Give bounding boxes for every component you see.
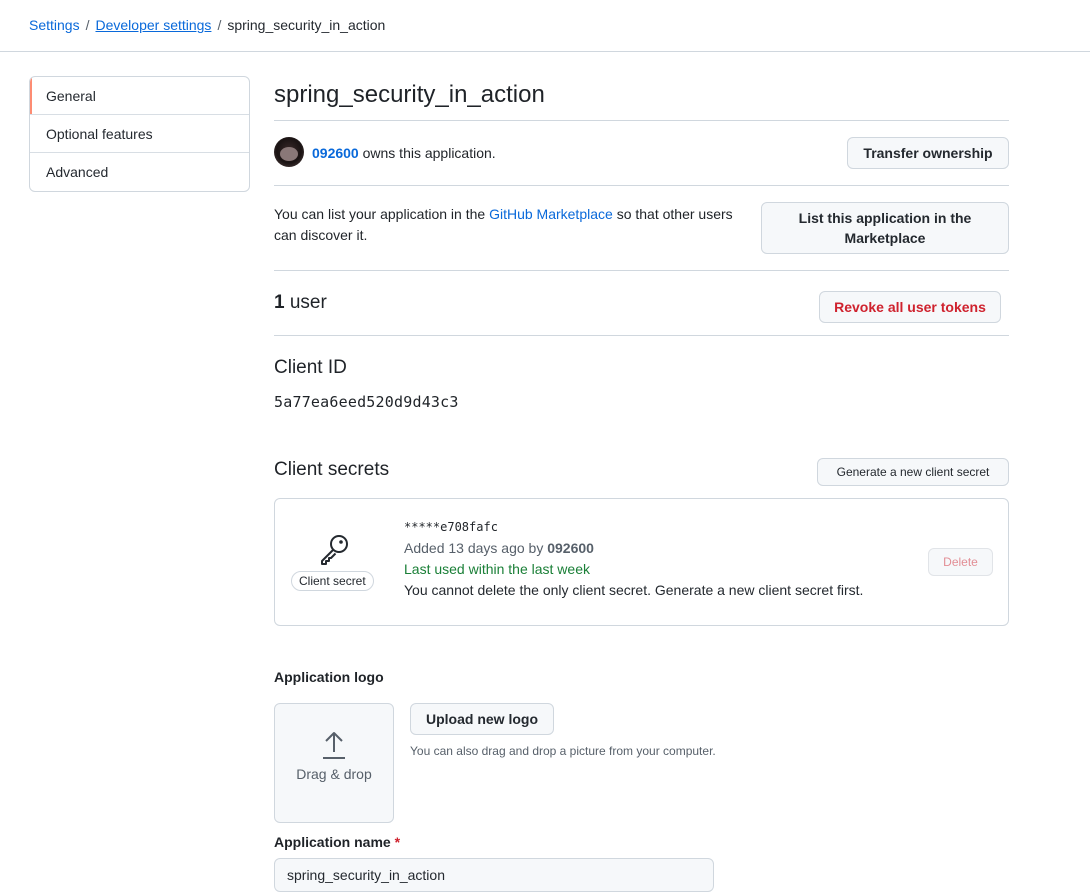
application-name-input[interactable] — [274, 858, 714, 892]
owner-divider — [274, 185, 1009, 186]
required-mark: * — [394, 834, 401, 850]
transfer-ownership-button[interactable]: Transfer ownership — [847, 137, 1009, 169]
sidebar-item-advanced[interactable]: Advanced — [30, 153, 249, 191]
key-icon — [321, 535, 348, 565]
avatar[interactable] — [274, 137, 304, 167]
generate-client-secret-button[interactable]: Generate a new client secret — [817, 458, 1009, 486]
marketplace-divider — [274, 270, 1009, 271]
header-divider — [0, 51, 1090, 52]
user-count-label: user — [289, 292, 327, 313]
users-divider — [274, 335, 1009, 336]
client-secret-masked: *****e708fafc — [404, 520, 498, 534]
sidebar-item-label: Advanced — [46, 164, 109, 180]
breadcrumb-current: spring_security_in_action — [227, 17, 386, 33]
breadcrumb: Settings / Developer settings / spring_secur… — [29, 16, 385, 34]
sidebar-item-general[interactable]: General — [30, 77, 249, 115]
owner-suffix: owns this application. — [362, 145, 496, 161]
client-secret-label: Client secret — [291, 571, 374, 591]
owner-link[interactable]: 092600 — [312, 145, 359, 161]
owner-text: 092600 owns this application. — [312, 144, 496, 162]
settings-sidebar: General Optional features Advanced — [29, 76, 250, 192]
revoke-all-user-tokens-button[interactable]: Revoke all user tokens — [819, 291, 1001, 323]
application-logo-heading: Application logo — [274, 669, 384, 685]
upload-icon — [323, 732, 345, 759]
application-name-label-text: Application name — [274, 834, 391, 850]
client-secrets-heading: Client secrets — [274, 459, 390, 480]
client-secret-added: Added 13 days ago by 092600 — [404, 539, 594, 557]
user-count-number: 1 — [274, 292, 285, 313]
breadcrumb-developer-settings-link[interactable]: Developer settings — [95, 17, 211, 33]
delete-client-secret-button[interactable]: Delete — [928, 548, 993, 576]
client-id-heading: Client ID — [274, 357, 347, 378]
sidebar-item-optional-features[interactable]: Optional features — [30, 115, 249, 153]
added-by-user: 092600 — [547, 540, 594, 556]
page-title: spring_security_in_action — [274, 81, 545, 108]
added-prefix: Added 13 days ago by — [404, 540, 544, 556]
dropzone-label: Drag & drop — [296, 766, 372, 782]
client-secret-note: You cannot delete the only client secret… — [404, 582, 864, 598]
marketplace-text-before: You can list your application in the — [274, 206, 486, 222]
upload-new-logo-button[interactable]: Upload new logo — [410, 703, 554, 735]
breadcrumb-separator: / — [217, 17, 222, 33]
logo-dropzone[interactable]: Drag & drop — [274, 703, 394, 823]
list-in-marketplace-button[interactable]: List this application in the Marketplace — [761, 202, 1009, 254]
application-name-label: Application name * — [274, 833, 400, 851]
sidebar-item-label: General — [46, 87, 96, 104]
github-marketplace-link[interactable]: GitHub Marketplace — [489, 206, 613, 222]
client-secret-card: Client secret *****e708fafc Added 13 day… — [274, 498, 1009, 626]
client-id-value: 5a77ea6eed520d9d43c3 — [274, 393, 459, 411]
sidebar-item-label: Optional features — [46, 125, 153, 142]
logo-hint: You can also drag and drop a picture fro… — [410, 744, 716, 758]
title-divider — [274, 120, 1009, 121]
breadcrumb-settings-link[interactable]: Settings — [29, 17, 80, 33]
user-count: 1 user — [274, 291, 327, 315]
breadcrumb-separator: / — [85, 17, 90, 33]
avatar-figure — [280, 147, 298, 161]
marketplace-text: You can list your application in the Git… — [274, 204, 756, 246]
client-secret-last-used: Last used within the last week — [404, 561, 590, 577]
